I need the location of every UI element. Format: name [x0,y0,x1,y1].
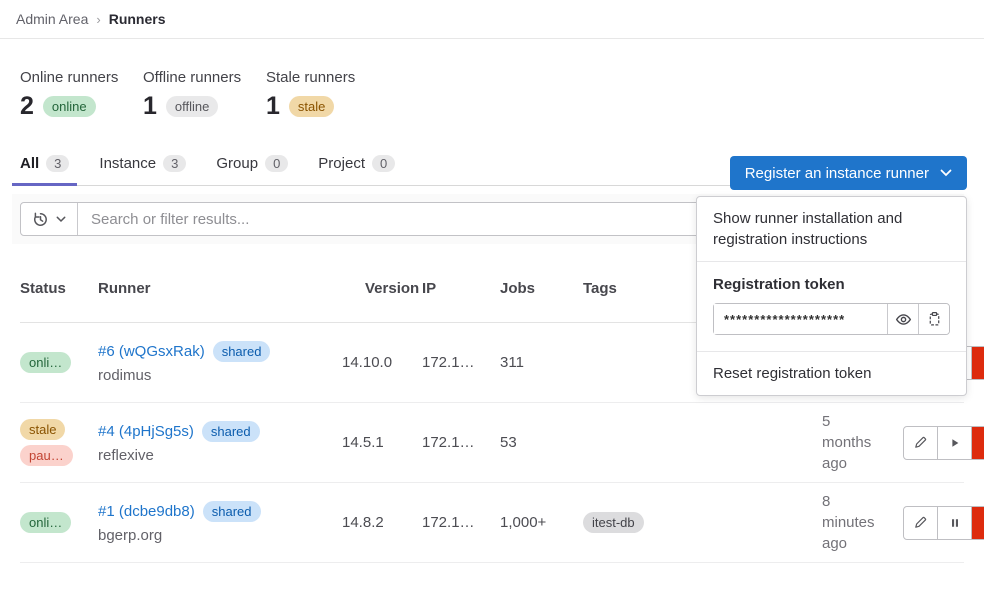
registration-token-group [713,303,950,335]
runner-ip: 172.1… [422,354,500,371]
runner-tags: itest-db [583,512,703,533]
delete-runner-button[interactable] [972,347,984,379]
stat-label: Stale runners [266,69,389,86]
breadcrumb-runners: Runners [109,11,166,27]
runner-version: 14.5.1 [342,434,422,451]
register-runner-dropdown: Show runner installation and registratio… [696,196,967,396]
tab-label: Group [216,155,258,172]
tab-all[interactable]: All 3 [12,145,77,185]
runner-link[interactable]: #1 (dcbe9db8) [98,503,195,520]
last-contact-line: months [822,432,903,453]
runner-ip: 172.1… [422,514,500,531]
tab-count-badge: 3 [46,155,69,172]
shared-badge: shared [213,341,271,362]
reveal-token-button[interactable] [887,304,918,334]
resume-runner-button[interactable] [938,427,972,459]
runner-jobs: 1,000+ [500,514,583,531]
table-row: onli… #1 (dcbe9db8) shared bgerp.org 14.… [20,483,964,563]
runner-actions [903,426,984,460]
last-contact-line: ago [822,533,903,554]
header-ip: IP [422,280,500,297]
status-badge: offline [166,96,218,117]
header-jobs: Jobs [500,280,583,297]
runner-version: 14.10.0 [342,354,422,371]
table-row: stale pau… #4 (4pHjSg5s) shared reflexiv… [20,403,964,483]
stat-value: 2 [20,93,34,119]
tab-count-badge: 0 [372,155,395,172]
tab-count-badge: 0 [265,155,288,172]
status-badge: pau… [20,445,73,466]
search-history-button[interactable] [21,203,78,235]
stat-label: Online runners [20,69,143,86]
header-version: Version [342,280,422,297]
pause-runner-button[interactable] [938,507,972,539]
register-button-label: Register an instance runner [745,165,929,182]
eye-icon [895,311,912,328]
status-badge: online [43,96,96,117]
runner-link[interactable]: #4 (4pHjSg5s) [98,423,194,440]
runner-link[interactable]: #6 (wQGsxRak) [98,343,205,360]
status-badge: onli… [20,352,71,373]
last-contact-line: 8 [822,491,903,512]
status-badge: stale [20,419,65,440]
runner-description: bgerp.org [98,527,342,544]
pencil-icon [913,515,928,530]
header-runner: Runner [98,280,342,297]
reset-registration-token-item[interactable]: Reset registration token [697,352,966,395]
delete-runner-button[interactable] [972,427,984,459]
runner-description: reflexive [98,447,342,464]
pause-icon [949,517,961,529]
registration-token-label: Registration token [713,276,950,293]
registration-token-section: Registration token [697,262,966,351]
breadcrumb-admin-area[interactable]: Admin Area [16,11,88,27]
runner-stats: Online runners 2 online Offline runners … [20,69,964,119]
tab-label: Instance [99,155,156,172]
chevron-down-icon [56,216,66,223]
breadcrumb: Admin Area › Runners [0,0,984,39]
play-icon [949,437,961,449]
copy-token-button[interactable] [918,304,949,334]
runner-jobs: 311 [500,354,583,371]
stat-online-runners: Online runners 2 online [20,69,143,119]
shared-badge: shared [203,501,261,522]
runner-description: rodimus [98,367,342,384]
stat-value: 1 [266,93,280,119]
last-contact-line: 5 [822,411,903,432]
stat-value: 1 [143,93,157,119]
runner-ip: 172.1… [422,434,500,451]
runner-jobs: 53 [500,434,583,451]
status-badge: stale [289,96,334,117]
status-badge: onli… [20,512,71,533]
runner-actions [903,506,984,540]
show-installation-instructions-item[interactable]: Show runner installation and registratio… [697,197,966,261]
header-status: Status [20,280,98,297]
pencil-icon [913,435,928,450]
edit-runner-button[interactable] [904,427,938,459]
register-instance-runner-button[interactable]: Register an instance runner [730,156,967,190]
chevron-down-icon [940,169,952,177]
delete-runner-button[interactable] [972,507,984,539]
registration-token-input[interactable] [714,304,887,334]
last-contact-line: ago [822,453,903,474]
breadcrumb-separator: › [96,12,100,27]
stat-label: Offline runners [143,69,266,86]
last-contact-line: minutes [822,512,903,533]
runner-version: 14.8.2 [342,514,422,531]
runner-last-contact: 5 months ago [822,411,903,474]
tab-instance[interactable]: Instance 3 [91,145,194,185]
tab-group[interactable]: Group 0 [208,145,296,185]
tab-project[interactable]: Project 0 [310,145,403,185]
tab-count-badge: 3 [163,155,186,172]
edit-runner-button[interactable] [904,507,938,539]
tag-badge: itest-db [583,512,644,533]
stat-stale-runners: Stale runners 1 stale [266,69,389,119]
stat-offline-runners: Offline runners 1 offline [143,69,266,119]
runner-last-contact: 8 minutes ago [822,491,903,554]
tab-label: All [20,155,39,172]
tab-label: Project [318,155,365,172]
history-icon [32,211,49,228]
clipboard-icon [927,311,942,327]
shared-badge: shared [202,421,260,442]
header-tags: Tags [583,280,703,297]
